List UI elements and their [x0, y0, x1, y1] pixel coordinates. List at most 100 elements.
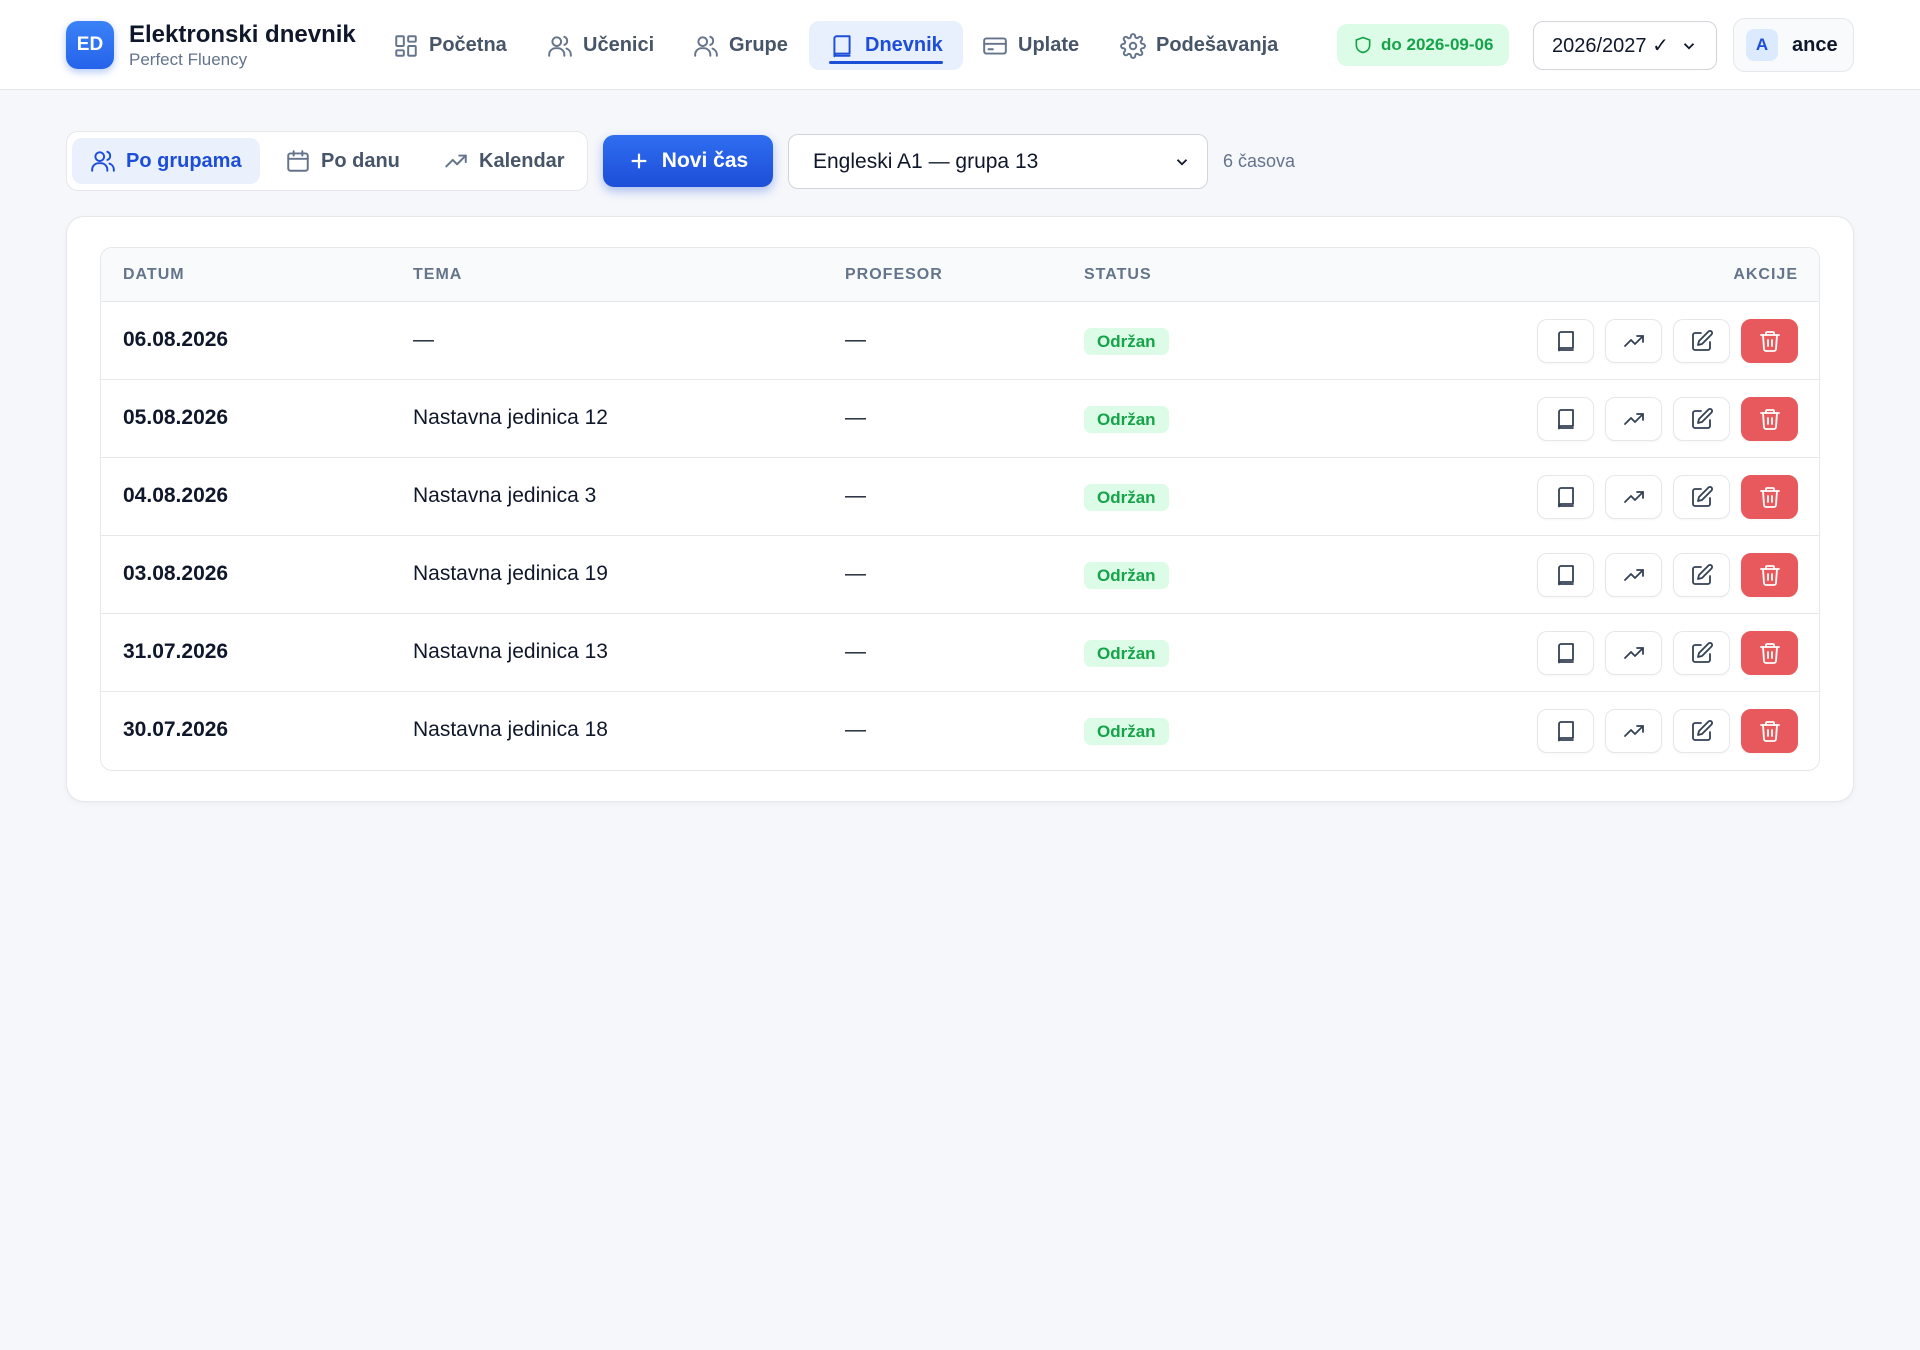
- row-actions: [1537, 553, 1798, 597]
- calendar-icon: [287, 150, 309, 172]
- status-badge: Održan: [1084, 718, 1169, 745]
- cell-teacher: —: [845, 406, 866, 429]
- trend-icon: [1623, 335, 1644, 347]
- table-row: 06.08.2026 — — Održan: [101, 302, 1819, 380]
- group-select[interactable]: Engleski A1 — grupa 13: [788, 134, 1208, 189]
- progress-button[interactable]: [1605, 475, 1662, 519]
- status-badge: Održan: [1084, 406, 1169, 433]
- edit-icon: [1691, 720, 1713, 741]
- header-topic: TEMA: [413, 266, 463, 283]
- school-year-select[interactable]: 2026/2027 ✓: [1533, 21, 1717, 70]
- header-date: DATUM: [123, 266, 185, 283]
- table-body: 06.08.2026 — — Održan 05.08.2026 Nastavn…: [101, 302, 1819, 770]
- cell-teacher: —: [845, 562, 866, 585]
- trash-icon: [1759, 331, 1780, 352]
- cell-teacher: —: [845, 718, 866, 741]
- status-badge: Održan: [1084, 328, 1169, 355]
- edit-button[interactable]: [1673, 319, 1730, 363]
- row-actions: [1537, 475, 1798, 519]
- trash-icon: [1759, 721, 1780, 742]
- user-menu[interactable]: A ance: [1733, 18, 1854, 72]
- table-row: 31.07.2026 Nastavna jedinica 13 — Održan: [101, 614, 1819, 692]
- edit-button[interactable]: [1673, 397, 1730, 441]
- cell-topic: Nastavna jedinica 18: [413, 718, 608, 741]
- row-actions: [1537, 397, 1798, 441]
- tab-kalendar[interactable]: Kalendar: [425, 138, 583, 184]
- cell-topic: —: [413, 328, 434, 351]
- cell-date: 31.07.2026: [123, 640, 229, 663]
- shield-icon: [1355, 36, 1371, 54]
- user-name: ance: [1792, 33, 1838, 56]
- new-lesson-button[interactable]: Novi čas: [603, 135, 773, 187]
- cell-teacher: —: [845, 484, 866, 507]
- new-lesson-label: Novi čas: [661, 149, 749, 172]
- header-status: STATUS: [1084, 266, 1152, 283]
- view-switcher: Po grupama Po danu Kalendar: [66, 131, 588, 191]
- nav-uplate[interactable]: Uplate: [962, 21, 1099, 70]
- nav-podesavanja[interactable]: Podešavanja: [1100, 21, 1298, 70]
- license-badge: do 2026-09-06: [1337, 24, 1510, 66]
- nav-grupe[interactable]: Grupe: [673, 21, 808, 70]
- tab-label: Po grupama: [126, 149, 242, 172]
- school-year-value: 2026/2027 ✓: [1552, 35, 1669, 57]
- progress-button[interactable]: [1605, 553, 1662, 597]
- book-icon: [1557, 409, 1574, 430]
- nav-ucenici[interactable]: Učenici: [527, 21, 674, 70]
- nav-pocetna[interactable]: Početna: [373, 21, 527, 70]
- license-label: do 2026-09-06: [1381, 35, 1494, 54]
- edit-icon: [1691, 564, 1713, 585]
- delete-button[interactable]: [1741, 631, 1798, 675]
- book-icon: [1557, 331, 1574, 352]
- progress-button[interactable]: [1605, 319, 1662, 363]
- progress-button[interactable]: [1605, 397, 1662, 441]
- book-icon: [1557, 487, 1574, 508]
- trash-icon: [1759, 565, 1780, 586]
- edit-button[interactable]: [1673, 475, 1730, 519]
- tab-po-grupama[interactable]: Po grupama: [72, 138, 260, 184]
- row-actions: [1537, 319, 1798, 363]
- tab-label: Kalendar: [479, 149, 565, 172]
- open-lesson-button[interactable]: [1537, 475, 1594, 519]
- open-lesson-button[interactable]: [1537, 397, 1594, 441]
- trend-icon: [1623, 413, 1644, 425]
- trend-icon: [445, 154, 467, 168]
- edit-button[interactable]: [1673, 631, 1730, 675]
- delete-button[interactable]: [1741, 553, 1798, 597]
- open-lesson-button[interactable]: [1537, 709, 1594, 753]
- group-icon: [694, 35, 718, 57]
- delete-button[interactable]: [1741, 475, 1798, 519]
- gear-icon: [1120, 32, 1146, 59]
- open-lesson-button[interactable]: [1537, 319, 1594, 363]
- cell-topic: Nastavna jedinica 12: [413, 406, 608, 429]
- open-lesson-button[interactable]: [1537, 553, 1594, 597]
- app-title: Elektronski dnevnik: [129, 21, 356, 48]
- nav-dnevnik[interactable]: Dnevnik: [809, 21, 963, 70]
- app-subtitle: Perfect Fluency: [129, 50, 248, 69]
- cell-date: 30.07.2026: [123, 718, 229, 741]
- lesson-count: 6 časova: [1223, 151, 1296, 171]
- delete-button[interactable]: [1741, 319, 1798, 363]
- app-logo: ED: [66, 21, 114, 69]
- progress-button[interactable]: [1605, 631, 1662, 675]
- row-actions: [1537, 631, 1798, 675]
- cell-date: 03.08.2026: [123, 562, 229, 585]
- edit-button[interactable]: [1673, 709, 1730, 753]
- edit-button[interactable]: [1673, 553, 1730, 597]
- row-actions: [1537, 709, 1798, 753]
- progress-button[interactable]: [1605, 709, 1662, 753]
- nav-label: Početna: [429, 34, 507, 56]
- delete-button[interactable]: [1741, 709, 1798, 753]
- delete-button[interactable]: [1741, 397, 1798, 441]
- trash-icon: [1759, 487, 1780, 508]
- nav-label: Grupe: [729, 34, 788, 56]
- cell-topic: Nastavna jedinica 13: [413, 640, 608, 663]
- tab-po-danu[interactable]: Po danu: [267, 138, 418, 184]
- nav-label: Učenici: [583, 34, 655, 56]
- trend-icon: [1623, 491, 1644, 503]
- users-icon: [548, 35, 572, 57]
- open-lesson-button[interactable]: [1537, 631, 1594, 675]
- nav-label: Podešavanja: [1156, 34, 1279, 56]
- header-teacher: PROFESOR: [845, 266, 943, 283]
- book-icon: [833, 34, 851, 57]
- table-row: 30.07.2026 Nastavna jedinica 18 — Održan: [101, 692, 1819, 770]
